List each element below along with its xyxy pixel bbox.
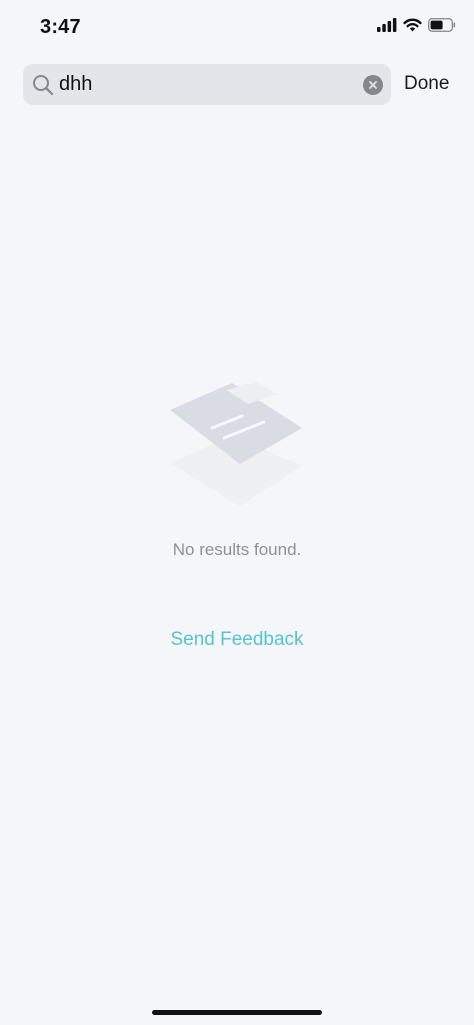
status-time: 3:47: [40, 16, 81, 38]
search-input[interactable]: [59, 64, 349, 105]
battery-icon: [428, 18, 456, 32]
search-row: Done: [0, 64, 474, 106]
home-indicator: [152, 1010, 322, 1015]
clear-search-button[interactable]: [363, 75, 383, 95]
close-icon: [369, 81, 377, 89]
done-button[interactable]: Done: [404, 73, 449, 95]
no-results-message: No results found.: [172, 540, 302, 559]
empty-documents-illustration: [170, 382, 302, 506]
cellular-signal-icon: [377, 18, 397, 32]
status-bar: 3:47: [0, 0, 474, 56]
search-field[interactable]: [23, 64, 391, 105]
search-icon: [33, 75, 54, 96]
send-feedback-link[interactable]: Send Feedback: [0, 629, 474, 651]
status-icons: [377, 18, 456, 32]
wifi-icon: [403, 18, 422, 32]
